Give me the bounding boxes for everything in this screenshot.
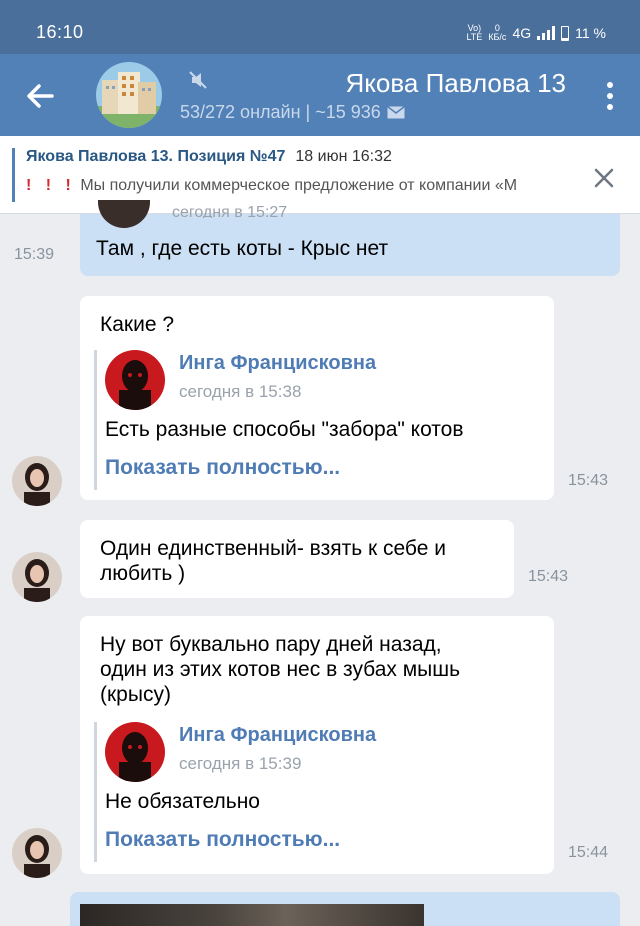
chat-avatar[interactable] (96, 62, 162, 128)
close-icon[interactable] (594, 168, 614, 188)
more-vertical-icon[interactable] (606, 82, 614, 110)
quote-text: Есть разные способы "забора" котов (105, 418, 464, 441)
quote-author-name[interactable]: Инга Францисковна (179, 724, 376, 747)
message-bubble-outgoing[interactable] (70, 892, 620, 926)
battery-level: 11 % (575, 25, 606, 41)
message-text: Какие ? (100, 313, 175, 336)
arrow-left-icon[interactable] (22, 78, 58, 114)
pinned-title: Якова Павлова 13. Позиция №47 18 июн 16:3… (26, 148, 392, 165)
message-bubble[interactable]: Какие ? Инга Францисковна сегодня в 15:3… (80, 296, 554, 500)
quote-time: сегодня в 15:39 (179, 754, 302, 773)
show-more-link[interactable]: Показать полностью... (105, 828, 340, 852)
quote-time: сегодня в 15:38 (179, 382, 302, 401)
quote-author-avatar (105, 722, 165, 782)
pinned-message[interactable]: Якова Павлова 13. Позиция №47 18 июн 16:3… (0, 136, 640, 214)
envelope-icon (386, 106, 405, 119)
message-time: 15:44 (568, 844, 609, 861)
chat-header: Якова Павлова 13 53/272 онлайн | ~15 936 (0, 54, 640, 136)
quote-author-avatar (105, 350, 165, 410)
message-time: 15:43 (568, 472, 609, 489)
sender-avatar[interactable] (12, 828, 62, 878)
chat-subtitle: 53/272 онлайн | ~15 936 (180, 102, 405, 123)
quote-author-name[interactable]: Инга Францисковна (179, 352, 376, 375)
pinned-marks: ! ! ! (26, 177, 76, 194)
show-more-link[interactable]: Показать полностью... (105, 456, 340, 480)
status-bar: 16:10 Vo) LTE 0 КБ/с 4G 11 % (0, 0, 640, 54)
message-bubble[interactable]: Один единственный- взять к себе и любить… (80, 520, 514, 598)
sender-avatar[interactable] (12, 456, 62, 506)
message-time: 15:43 (528, 568, 569, 585)
pinned-accent (12, 148, 15, 202)
signal-icon (537, 26, 556, 40)
quoted-message[interactable]: Инга Францисковна сегодня в 15:39 Не обя… (94, 722, 534, 862)
message-bubble-outgoing[interactable]: сегодня в 15:27 Там , где есть коты - Кр… (80, 200, 620, 276)
quote-avatar-partial (98, 200, 150, 228)
message-bubble[interactable]: Ну вот буквально пару дней назад, один и… (80, 616, 554, 874)
volte-indicator: Vo) LTE (466, 23, 483, 42)
message-text: Там , где есть коты - Крыс нет (96, 237, 389, 260)
battery-icon (561, 25, 570, 41)
status-indicators: Vo) LTE 0 КБ/с 4G 11 % (466, 24, 606, 42)
status-time: 16:10 (36, 22, 84, 42)
quote-text: Не обязательно (105, 790, 260, 813)
quote-time-partial: сегодня в 15:27 (172, 204, 288, 218)
chat-title[interactable]: Якова Павлова 13 (180, 68, 566, 99)
pinned-date: 18 июн 16:32 (295, 148, 392, 165)
members-online: 53/272 онлайн | ~15 936 (180, 102, 381, 122)
message-text: Один единственный- взять к себе и любить… (100, 537, 446, 585)
network-speed: 0 КБ/с (488, 23, 507, 42)
quoted-message[interactable]: Инга Францисковна сегодня в 15:38 Есть р… (94, 350, 534, 490)
message-text: Ну вот буквально пару дней назад, один и… (100, 633, 461, 706)
network-type: 4G (512, 25, 532, 41)
photo-attachment[interactable] (80, 904, 424, 926)
message-time: 15:39 (14, 246, 55, 263)
pinned-text: ! ! ! Мы получили коммерческое предложен… (26, 177, 518, 194)
sender-avatar[interactable] (12, 552, 62, 602)
